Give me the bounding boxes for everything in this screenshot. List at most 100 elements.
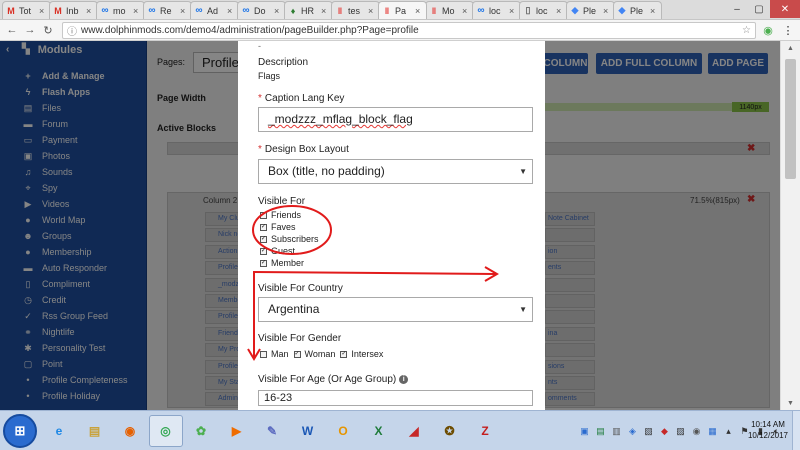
visible-for-faves-checkbox[interactable]: ✓	[260, 223, 267, 231]
partial-text: -	[258, 41, 261, 51]
browser-tab[interactable]: M Inb ×	[49, 1, 98, 19]
tray-app-icon[interactable]: ▤	[594, 425, 607, 438]
page-scrollbar[interactable]: ▲ ▼	[780, 41, 800, 410]
clock-date: 10/12/2017	[747, 431, 788, 440]
tab-close-icon[interactable]: ×	[556, 6, 564, 16]
tray-app-icon[interactable]: ▣	[578, 425, 591, 438]
scrollbar-thumb[interactable]	[785, 59, 796, 179]
menu-icon[interactable]: ⋮	[780, 22, 796, 38]
tab-close-icon[interactable]: ×	[509, 6, 517, 16]
tab-close-icon[interactable]: ×	[180, 6, 188, 16]
browser-tab[interactable]: ∞ Re ×	[143, 1, 192, 19]
browser-tab[interactable]: ∞ Ad ×	[190, 1, 239, 19]
tray-app-icon[interactable]: ◈	[626, 425, 639, 438]
browser-tab[interactable]: ‖ Mo ×	[425, 1, 474, 19]
extension-icon[interactable]: ◉	[760, 22, 776, 38]
gender-man-checkbox[interactable]	[260, 350, 267, 358]
tab-title: Tot	[19, 5, 32, 16]
reload-icon[interactable]: ↻	[40, 22, 56, 38]
media-player-icon[interactable]: ▶	[220, 415, 254, 447]
show-desktop-button[interactable]	[792, 411, 800, 450]
tray-app-icon[interactable]: ◉	[690, 425, 703, 438]
checkbox-label: Guest	[271, 246, 296, 256]
visible-for-member-checkbox[interactable]: ✓	[260, 259, 267, 267]
tab-close-icon[interactable]: ×	[86, 6, 94, 16]
paint-icon[interactable]: ✎	[255, 415, 289, 447]
start-button[interactable]: ⊞	[3, 414, 37, 448]
caption-lang-key-input[interactable]: _modzzz_mflag_block_flag	[258, 107, 533, 132]
minimize-icon[interactable]: –	[726, 0, 748, 18]
scroll-up-icon[interactable]: ▲	[781, 41, 800, 55]
tray-app-icon[interactable]: ▨	[674, 425, 687, 438]
browser-tab[interactable]: ▯ loc ×	[519, 1, 568, 19]
firefox-icon[interactable]: ◉	[113, 415, 147, 447]
gender-woman-checkbox[interactable]: ✓	[293, 350, 301, 358]
tab-close-icon[interactable]: ×	[603, 6, 611, 16]
eraser-app-icon[interactable]: ◢	[397, 415, 431, 447]
tab-close-icon[interactable]: ×	[650, 6, 658, 16]
checkbox-label: Friends	[271, 210, 302, 220]
tray-app-icon[interactable]: ◆	[658, 425, 671, 438]
tab-close-icon[interactable]: ×	[415, 6, 423, 16]
browser-tab[interactable]: ∞ mo ×	[96, 1, 145, 19]
visible-for-guest-checkbox[interactable]: ✓	[260, 247, 267, 255]
window-close-icon[interactable]: ✕	[770, 0, 800, 18]
browser-tab[interactable]: ‖ Pa ×	[378, 1, 427, 19]
tab-close-icon[interactable]: ×	[368, 6, 376, 16]
scroll-down-icon[interactable]: ▼	[781, 396, 800, 410]
page-info-icon[interactable]: ⓘ	[67, 23, 77, 38]
browser-tab[interactable]: ♦ HR ×	[284, 1, 333, 19]
tab-close-icon[interactable]: ×	[39, 6, 47, 16]
visible-for-country-select[interactable]: Argentina ▼	[258, 297, 533, 322]
red-favicon-icon: ‖	[337, 5, 343, 16]
infinity-favicon-icon: ∞	[195, 5, 203, 16]
frog-app-icon[interactable]: ✿	[184, 415, 218, 447]
visible-for-subscribers-option: ✓ Subscribers	[260, 233, 319, 245]
outlook-icon[interactable]: O	[326, 415, 360, 447]
url-input[interactable]: ⓘ www.dolphinmods.com/demo4/administrati…	[62, 21, 756, 39]
tray-app-icon[interactable]: ▥	[610, 425, 623, 438]
browser-tab[interactable]: ∞ Do ×	[237, 1, 286, 19]
maximize-icon[interactable]: ▢	[748, 0, 770, 18]
tab-title: Ad	[207, 5, 219, 16]
visible-for-member-option: ✓ Member	[260, 257, 304, 269]
checkbox-label: Man	[271, 349, 289, 359]
browser-tab[interactable]: ◆ Ple ×	[566, 1, 615, 19]
tray-app-icon[interactable]: ▧	[642, 425, 655, 438]
tab-title: tes	[348, 5, 361, 16]
tab-title: loc	[489, 5, 501, 16]
back-icon[interactable]: ←	[4, 22, 20, 38]
design-box-layout-select[interactable]: Box (title, no padding) ▼	[258, 159, 533, 184]
browser-tab[interactable]: ∞ loc ×	[472, 1, 521, 19]
tray-app-icon[interactable]: ▦	[706, 425, 719, 438]
word-icon[interactable]: W	[291, 415, 325, 447]
age-label-text: Visible For Age (Or Age Group)	[258, 374, 397, 385]
browser-tab-strip: M Tot × M Inb × ∞ mo × ∞ Re × ∞ Ad × ∞ Do × ♦ HR × ‖ tes × ‖ Pa × ‖…	[0, 0, 800, 20]
filezilla-icon[interactable]: Z	[468, 415, 502, 447]
browser-tab[interactable]: M Tot ×	[2, 1, 51, 19]
bookmark-star-icon[interactable]: ☆	[742, 25, 751, 36]
visible-for-friends-checkbox[interactable]: ✓	[260, 211, 267, 219]
forward-icon[interactable]: →	[22, 22, 38, 38]
show-hidden-icons-icon[interactable]: ▴	[722, 425, 735, 438]
gender-intersex-checkbox[interactable]: ✓	[340, 350, 348, 358]
visible-for-subscribers-checkbox[interactable]: ✓	[260, 235, 267, 243]
chrome-icon[interactable]: ◎	[148, 415, 183, 447]
visible-for-guest-option: ✓ Guest	[260, 245, 295, 257]
excel-icon[interactable]: X	[362, 415, 396, 447]
infinity-favicon-icon: ∞	[148, 5, 156, 16]
tab-close-icon[interactable]: ×	[133, 6, 141, 16]
browser-tab[interactable]: ‖ tes ×	[331, 1, 380, 19]
info-icon[interactable]: i	[399, 374, 409, 384]
tab-close-icon[interactable]: ×	[321, 6, 329, 16]
tab-close-icon[interactable]: ×	[227, 6, 235, 16]
browser-tab[interactable]: ◆ Ple ×	[613, 1, 662, 19]
unknown-app-icon[interactable]: ✪	[433, 415, 467, 447]
file-explorer-icon[interactable]: ▤	[78, 415, 112, 447]
internet-explorer-icon[interactable]: e	[42, 415, 76, 447]
visible-for-age-input[interactable]: 16-23	[258, 390, 533, 406]
system-clock[interactable]: 10:14 AM 10/12/2017	[748, 419, 788, 441]
tab-close-icon[interactable]: ×	[462, 6, 470, 16]
tab-close-icon[interactable]: ×	[274, 6, 282, 16]
visible-for-faves-option: ✓ Faves	[260, 221, 296, 233]
